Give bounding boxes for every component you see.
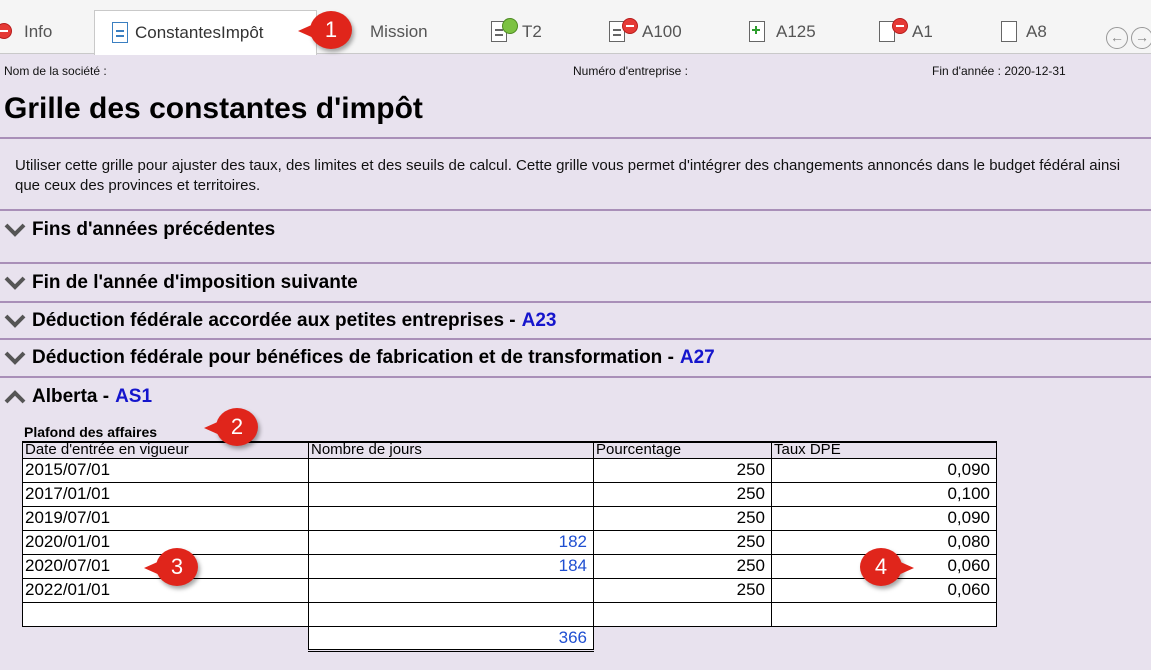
tab-a125[interactable]: A125: [748, 10, 816, 54]
chevron-up-icon: [4, 389, 26, 405]
divider: [0, 338, 1151, 340]
table-row: 2019/07/01 250 0,090: [22, 505, 997, 531]
days-cell[interactable]: 182: [308, 529, 594, 555]
percentage-cell[interactable]: 250: [593, 505, 772, 531]
header-number-of-days: Nombre de jours: [308, 441, 594, 459]
arrow-right-icon[interactable]: →: [1131, 27, 1151, 49]
section-alberta[interactable]: Alberta - AS1: [4, 386, 152, 408]
rate-cell[interactable]: 0,090: [771, 457, 997, 483]
section-manufacturing-deduction[interactable]: Déduction fédérale pour bénéfices de fab…: [4, 347, 715, 369]
spacer: [23, 626, 309, 650]
tab-t2[interactable]: T2: [490, 10, 542, 54]
link-as1[interactable]: AS1: [115, 386, 152, 408]
table-title: Plafond des affaires: [24, 424, 158, 440]
company-name-label: Nom de la société :: [4, 64, 107, 78]
percentage-cell[interactable]: 250: [593, 457, 772, 483]
callout-2: 2: [204, 408, 258, 446]
tab-a100[interactable]: A100: [608, 10, 682, 54]
chevron-down-icon: [4, 350, 26, 366]
table-row: 2015/07/01 250 0,090: [22, 457, 997, 483]
tab-mission[interactable]: Mission: [366, 10, 428, 54]
business-limit-table: Date d'entrée en vigueur Nombre de jours…: [22, 441, 997, 652]
divider: [0, 376, 1151, 378]
total-row: 366: [23, 625, 997, 652]
divider: [0, 262, 1151, 264]
table-row: [22, 601, 997, 627]
total-days-cell: 366: [308, 625, 594, 652]
chevron-down-icon: [4, 313, 26, 329]
section-next-tax-year-end[interactable]: Fin de l'année d'imposition suivante: [4, 272, 358, 294]
link-a27[interactable]: A27: [680, 347, 715, 369]
chevron-down-icon: [4, 275, 26, 291]
header-rate: Taux DPE: [771, 441, 997, 459]
percentage-cell[interactable]: 250: [593, 577, 772, 603]
effective-date-cell[interactable]: 2019/07/01: [22, 505, 309, 531]
tab-constantes-impot[interactable]: ConstantesImpôt: [94, 10, 317, 55]
days-cell[interactable]: [308, 505, 594, 531]
percentage-cell[interactable]: [593, 601, 772, 627]
document-error-icon: [878, 18, 908, 44]
arrow-left-icon[interactable]: ←: [1106, 27, 1128, 49]
table-row: 2017/01/01 250 0,100: [22, 481, 997, 507]
days-cell[interactable]: [308, 481, 594, 507]
spacer: [772, 626, 997, 650]
days-cell[interactable]: [308, 457, 594, 483]
callout-1: 1: [298, 11, 352, 49]
spacer: [594, 626, 772, 650]
percentage-cell[interactable]: 250: [593, 481, 772, 507]
document-add-icon: [748, 20, 768, 44]
document-error-icon: [608, 18, 638, 44]
effective-date-cell[interactable]: 2017/01/01: [22, 481, 309, 507]
chevron-down-icon: [4, 222, 26, 238]
intro-text: Utiliser cette grille pour ajuster des t…: [15, 157, 1121, 194]
year-end-label: Fin d'année : 2020-12-31: [932, 64, 1066, 78]
section-previous-year-ends[interactable]: Fins d'années précédentes: [4, 219, 275, 241]
percentage-cell[interactable]: 250: [593, 553, 772, 579]
divider: [0, 301, 1151, 303]
percentage-cell[interactable]: 250: [593, 529, 772, 555]
rate-cell[interactable]: [771, 601, 997, 627]
page-title: Grille des constantes d'impôt: [4, 92, 423, 125]
document-icon: [111, 21, 131, 45]
divider: [0, 209, 1151, 211]
days-cell[interactable]: 184: [308, 553, 594, 579]
error-icon: [0, 20, 20, 44]
tab-bar: Info ConstantesImpôt Mission T2 A100 A12…: [0, 0, 1151, 55]
callout-3: 3: [144, 548, 198, 586]
tab-info[interactable]: Info: [0, 10, 52, 54]
document-icon: [1000, 20, 1020, 44]
section-small-business-deduction[interactable]: Déduction fédérale accordée aux petites …: [4, 310, 556, 332]
divider: [0, 137, 1151, 139]
rate-cell[interactable]: 0,100: [771, 481, 997, 507]
link-a23[interactable]: A23: [522, 310, 557, 332]
tab-a8[interactable]: A8: [1000, 10, 1047, 54]
table-header-row: Date d'entrée en vigueur Nombre de jours…: [22, 441, 997, 459]
header-percentage: Pourcentage: [593, 441, 772, 459]
days-cell[interactable]: [308, 601, 594, 627]
days-cell[interactable]: [308, 577, 594, 603]
header-effective-date: Date d'entrée en vigueur: [22, 441, 309, 459]
document-check-icon: [490, 18, 518, 44]
effective-date-cell[interactable]: [22, 601, 309, 627]
business-number-label: Numéro d'entreprise :: [573, 64, 689, 78]
effective-date-cell[interactable]: 2015/07/01: [22, 457, 309, 483]
callout-4: 4: [860, 548, 914, 586]
tab-a1[interactable]: A1: [878, 10, 933, 54]
rate-cell[interactable]: 0,090: [771, 505, 997, 531]
